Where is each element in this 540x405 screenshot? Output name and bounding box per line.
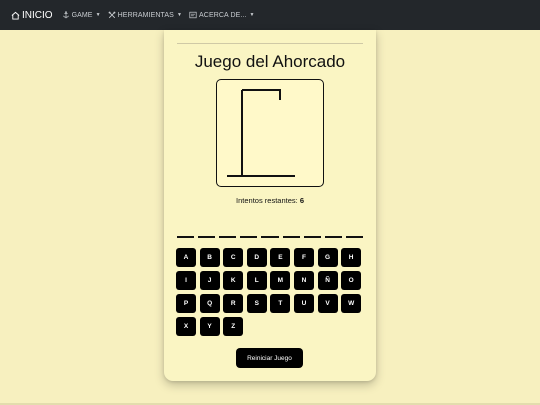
letter-key-f[interactable]: F [293, 248, 314, 267]
letter-key-ñ[interactable]: Ñ [317, 271, 338, 290]
divider [177, 43, 363, 44]
gallows-drawing [227, 89, 295, 177]
letter-slot [345, 236, 363, 238]
letter-key-t[interactable]: T [270, 294, 291, 313]
top-navbar: INICIO GAME ▼ HERRAMIENTAS ▼ ACERCA DE..… [0, 0, 540, 30]
letter-slot [303, 236, 321, 238]
nav-tools-label: HERRAMIENTAS [117, 11, 174, 19]
letter-key-x[interactable]: X [176, 317, 196, 336]
nav-about-label: ACERCA DE... [199, 11, 247, 19]
anchor-icon [62, 11, 69, 19]
letter-key-p[interactable]: P [176, 294, 196, 313]
nav-home-label: INICIO [22, 9, 53, 21]
letter-slot [240, 236, 258, 238]
letter-key-r[interactable]: R [223, 294, 244, 313]
attempts-label: Intentos restantes: [236, 196, 298, 205]
nav-about-dropdown[interactable]: ACERCA DE... ▼ [189, 11, 255, 19]
chevron-down-icon: ▼ [95, 12, 101, 18]
letter-key-o[interactable]: O [341, 271, 362, 290]
letter-key-g[interactable]: G [317, 248, 338, 267]
letter-key-v[interactable]: V [317, 294, 338, 313]
letter-key-y[interactable]: Y [199, 317, 220, 336]
page-title: Juego del Ahorcado [194, 52, 346, 71]
chevron-down-icon: ▼ [249, 12, 255, 18]
letter-key-q[interactable]: Q [199, 294, 220, 313]
home-icon [11, 11, 20, 20]
document-icon [189, 11, 197, 19]
letter-key-j[interactable]: J [199, 271, 220, 290]
letter-keyboard: ABCDEFGH IJKLMNÑO PQRSTUVW XYZ [176, 248, 366, 336]
letter-key-n[interactable]: N [293, 271, 314, 290]
letter-key-h[interactable]: H [341, 248, 362, 267]
letter-slot [219, 236, 237, 238]
letter-key-l[interactable]: L [246, 271, 267, 290]
letter-key-b[interactable]: B [199, 248, 220, 267]
gallows-canvas [216, 79, 324, 187]
letter-key-w[interactable]: W [341, 294, 362, 313]
letter-key-k[interactable]: K [223, 271, 244, 290]
attempts-value: 6 [299, 196, 304, 205]
letter-key-d[interactable]: D [246, 248, 267, 267]
letter-slot [324, 236, 342, 238]
letter-key-z[interactable]: Z [223, 317, 244, 336]
letter-key-i[interactable]: I [176, 271, 196, 290]
letter-slot [198, 236, 216, 238]
letter-slot [177, 236, 195, 238]
letter-slot [282, 236, 300, 238]
letter-key-u[interactable]: U [293, 294, 314, 313]
nav-game-label: GAME [71, 11, 93, 19]
letter-key-e[interactable]: E [270, 248, 291, 267]
reset-game-button[interactable]: Reiniciar Juego [236, 348, 303, 368]
letter-key-m[interactable]: M [270, 271, 291, 290]
attempts-counter: Intentos restantes: 6 [164, 196, 376, 205]
nav-game-dropdown[interactable]: GAME ▼ [62, 11, 101, 19]
nav-home-link[interactable]: INICIO [11, 10, 53, 21]
chevron-down-icon: ▼ [176, 12, 183, 18]
letter-slot [261, 236, 279, 238]
letter-key-c[interactable]: C [223, 248, 244, 267]
letter-key-s[interactable]: S [246, 294, 267, 313]
tools-icon [108, 11, 116, 19]
nav-tools-dropdown[interactable]: HERRAMIENTAS ▼ [108, 11, 182, 19]
word-slots [177, 236, 363, 240]
letter-key-a[interactable]: A [176, 248, 196, 267]
hangman-card: Juego del Ahorcado Intentos restantes: 6… [164, 30, 376, 381]
